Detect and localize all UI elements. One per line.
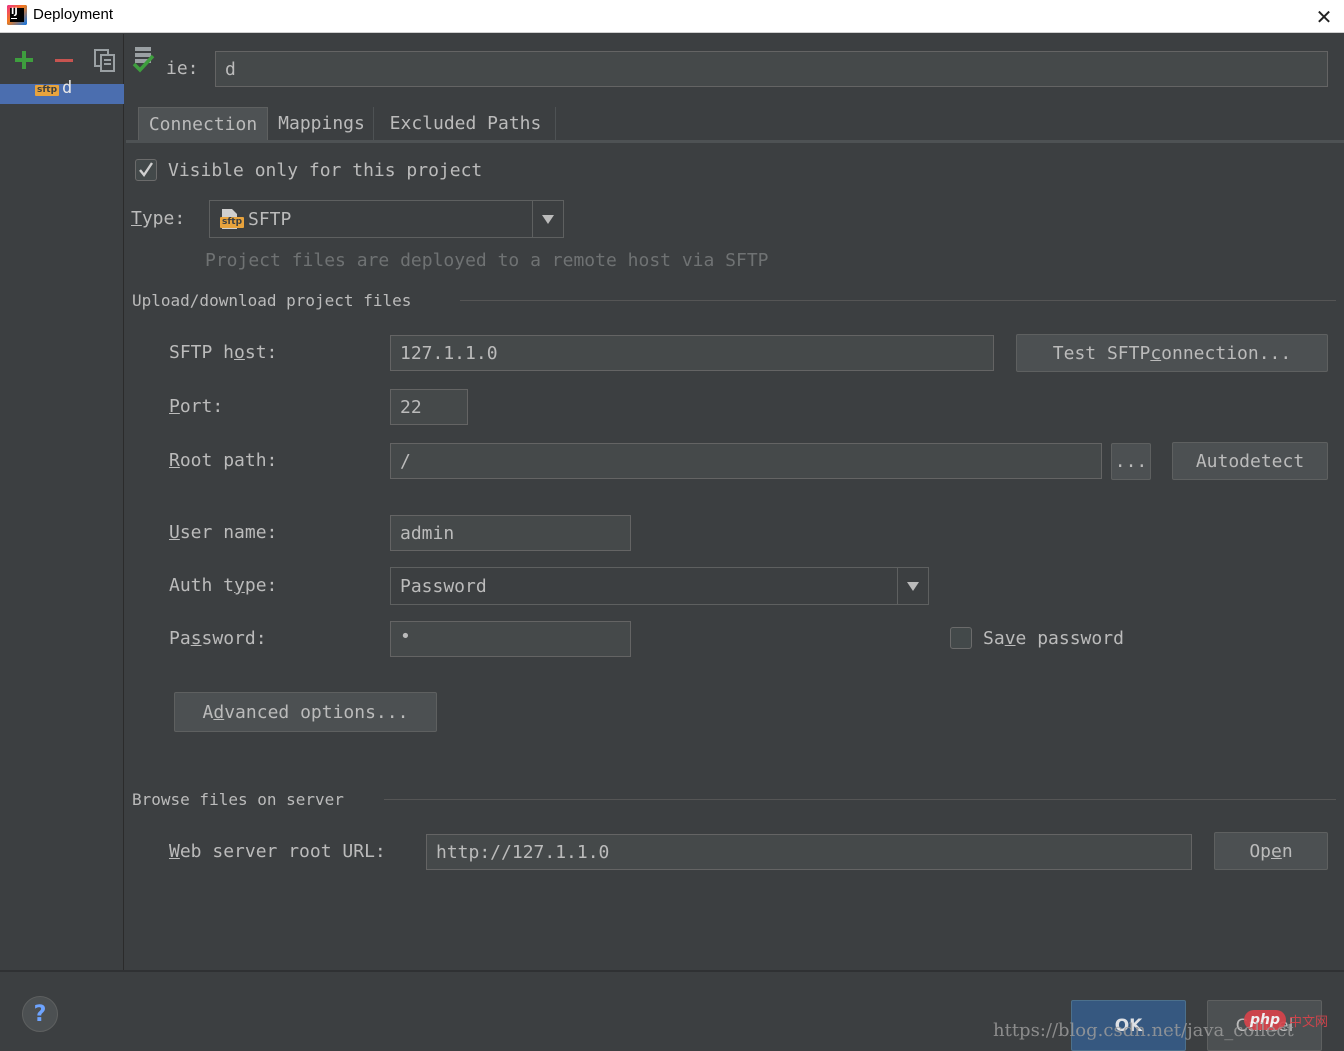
server-list-item[interactable]: sftp d [0, 78, 124, 104]
tab-excluded-paths[interactable]: Excluded Paths [376, 107, 556, 140]
web-url-label: Web server root URL: [169, 841, 386, 862]
chevron-down-icon [542, 215, 554, 224]
window-title: Deployment [33, 6, 114, 23]
chevron-down-icon [907, 582, 919, 591]
copy-icon[interactable] [93, 46, 117, 74]
visible-only-label: Visible only for this project [168, 160, 483, 181]
intellij-app-icon: IJ [7, 5, 27, 25]
set-default-icon[interactable] [132, 46, 156, 74]
type-label: Type: [131, 208, 186, 229]
user-name-input[interactable]: admin [390, 515, 631, 551]
name-label: ie: [166, 58, 198, 79]
server-list-pane [0, 34, 124, 970]
visible-only-checkbox[interactable] [135, 159, 157, 181]
type-value: SFTP [248, 208, 292, 230]
sftp-host-label: SFTP host: [169, 342, 278, 363]
browse-section-title: Browse files on server [132, 790, 344, 809]
type-hint: Project files are deployed to a remote h… [205, 250, 769, 271]
root-path-label: Root path: [169, 450, 278, 471]
advanced-options-button[interactable]: Ad vanced options... [174, 692, 437, 732]
web-url-input[interactable]: http://127.1.1.0 [426, 834, 1192, 870]
tab-mappings[interactable]: Mappings [270, 107, 374, 140]
browse-section-line [384, 799, 1336, 800]
password-label: Password: [169, 628, 267, 649]
autodetect-button[interactable]: Autodetect [1172, 442, 1328, 480]
save-password-checkbox[interactable] [950, 627, 972, 649]
upload-section-title: Upload/download project files [132, 291, 412, 310]
server-name: d [62, 78, 73, 98]
auth-type-dropdown[interactable]: Password [390, 567, 929, 605]
save-password-label: Save password [983, 628, 1124, 649]
footer-divider [0, 970, 1344, 972]
password-input[interactable]: • [390, 621, 631, 657]
title-bar [0, 0, 1344, 33]
browse-root-button[interactable]: ... [1111, 443, 1151, 480]
upload-section-line [460, 300, 1336, 301]
tab-connection[interactable]: Connection [138, 107, 268, 140]
port-input[interactable]: 22 [390, 389, 468, 425]
port-label: Port: [169, 396, 224, 417]
url-watermark: https://blog.csdn.net/java_collect [993, 1020, 1294, 1041]
test-connection-button[interactable]: Test SFTP c onnection... [1016, 334, 1328, 372]
root-path-input[interactable]: / [390, 443, 1102, 479]
help-button[interactable]: ? [22, 996, 58, 1032]
open-button[interactable]: Op e n [1214, 832, 1328, 870]
sftp-file-icon: sftp [220, 208, 245, 230]
add-icon[interactable] [12, 46, 36, 74]
sftp-icon: sftp [35, 85, 60, 96]
remove-icon[interactable] [52, 46, 76, 74]
auth-type-label: Auth type: [169, 575, 278, 596]
name-input[interactable]: d [215, 51, 1328, 87]
close-button[interactable]: ✕ [1304, 0, 1344, 33]
user-name-label: User name: [169, 522, 278, 543]
type-dropdown[interactable]: sftp SFTP [209, 200, 564, 238]
auth-type-value: Password [400, 575, 487, 597]
sftp-host-input[interactable]: 127.1.1.0 [390, 335, 994, 371]
tab-underline [126, 140, 1344, 143]
